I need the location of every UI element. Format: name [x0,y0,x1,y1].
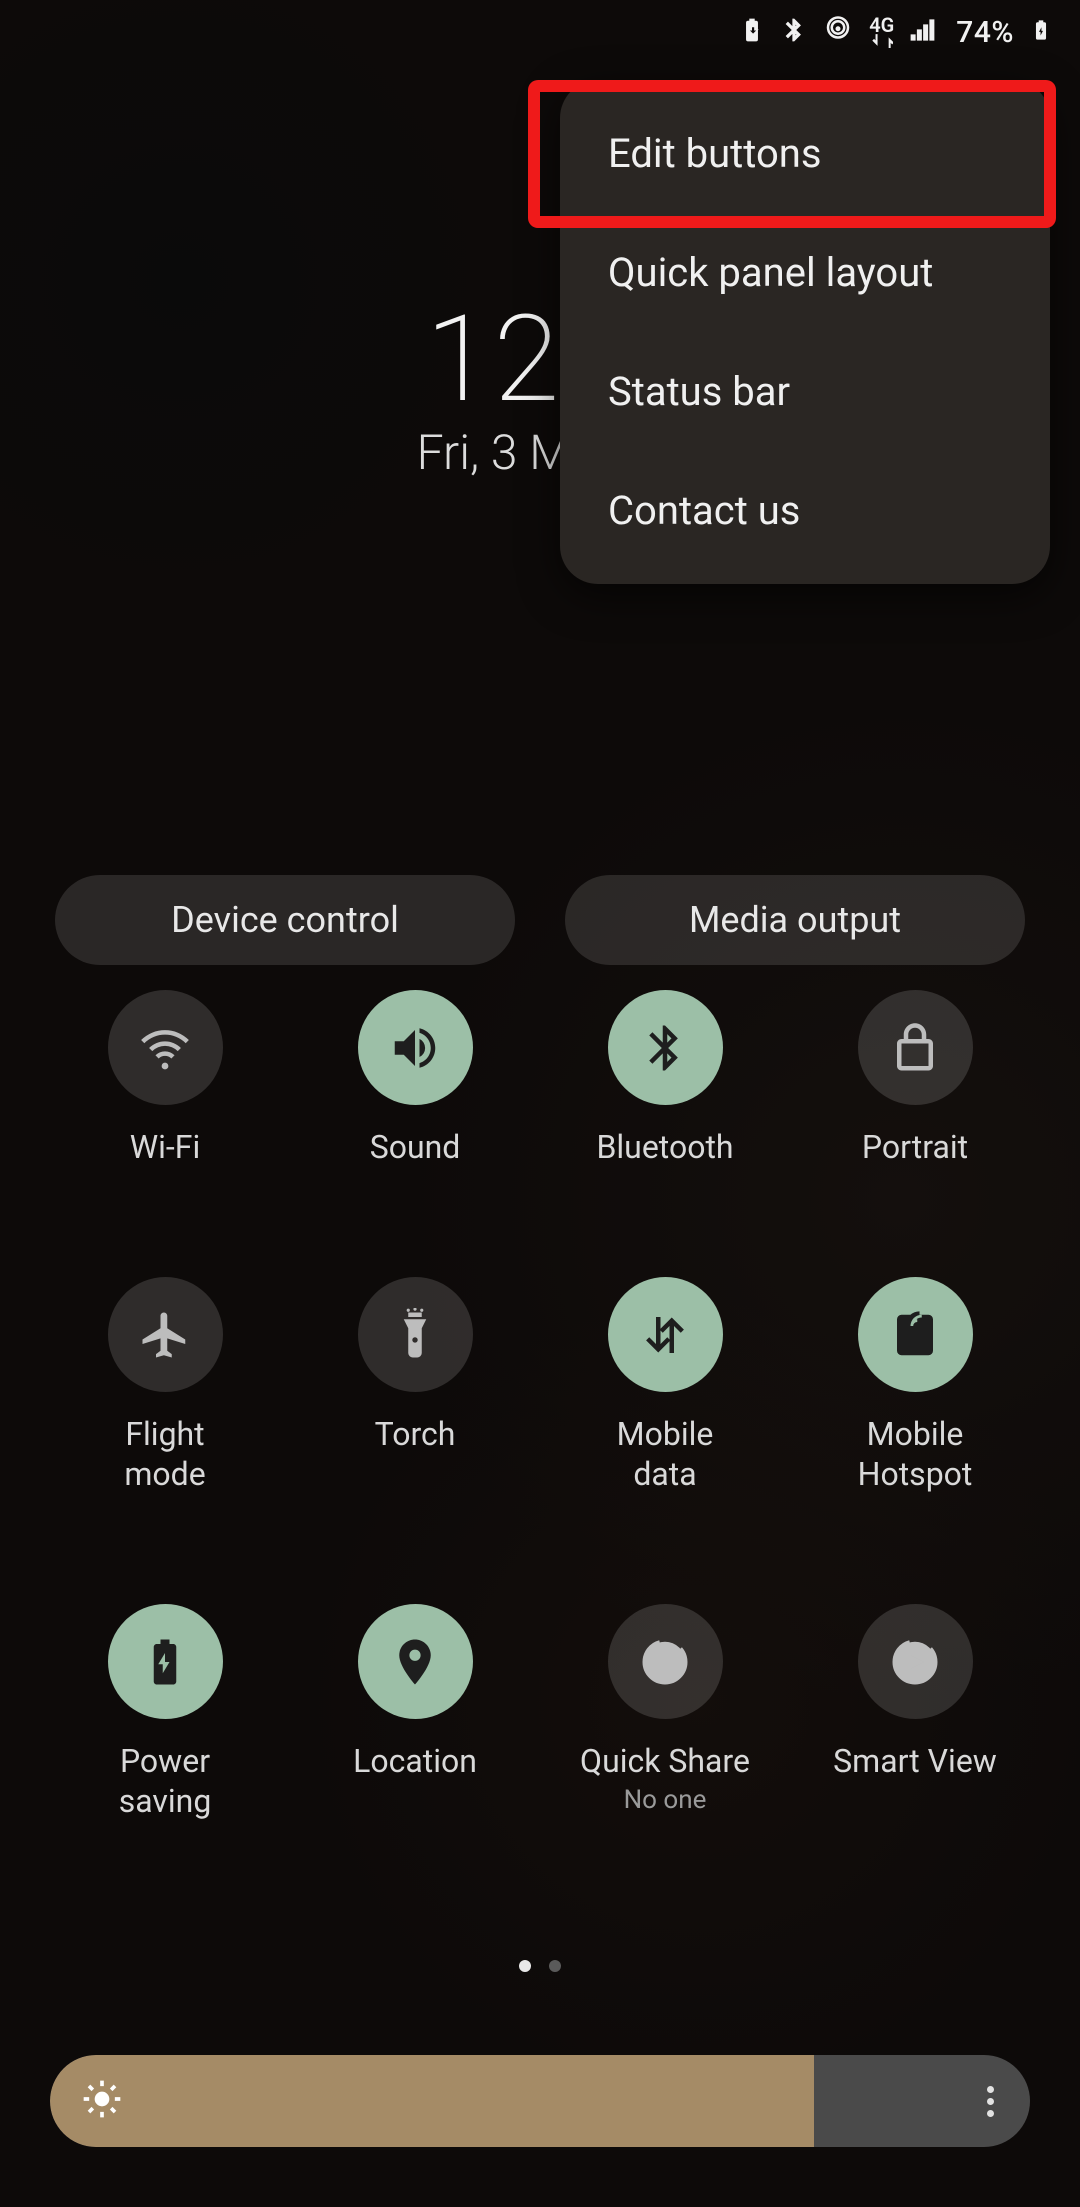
tile-mobiledata[interactable]: Mobile data [540,1277,790,1494]
tile-label: Sound [370,1127,461,1167]
wifi-icon [108,990,223,1105]
brightness-more-button[interactable] [987,2055,994,2147]
network-type-label: 4G [869,16,894,48]
bluetooth-icon [781,15,807,49]
battery-saver-icon [739,15,765,49]
quickshare-icon [608,1604,723,1719]
tile-label: Bluetooth [596,1127,733,1167]
tile-mobilehotspot[interactable]: Mobile Hotspot [790,1277,1040,1494]
media-output-button[interactable]: Media output [565,875,1025,965]
device-control-button[interactable]: Device control [55,875,515,965]
tile-label: Portrait [862,1127,968,1167]
location-icon [358,1604,473,1719]
torch-icon [358,1277,473,1392]
menu-item-contact-us[interactable]: Contact us [560,451,1050,570]
media-output-label: Media output [689,899,901,941]
tile-quickshare[interactable]: Quick Share No one [540,1604,790,1821]
tile-label: Location [353,1741,477,1781]
tile-powersaving[interactable]: Power saving [40,1604,290,1821]
menu-item-quick-panel-layout[interactable]: Quick panel layout [560,213,1050,332]
tile-sound[interactable]: Sound [290,990,540,1167]
page-dot-1[interactable] [519,1960,531,1972]
brightness-slider[interactable] [50,2055,1030,2147]
signal-icon [910,17,940,47]
tile-sublabel: No one [624,1785,707,1815]
more-icon [987,2081,994,2122]
brightness-icon [80,2077,124,2125]
tile-label: Smart View [833,1741,997,1781]
menu-item-status-bar[interactable]: Status bar [560,332,1050,451]
tile-label: Quick Share [580,1741,750,1781]
sound-icon [358,990,473,1105]
hotspot-status-icon [823,15,853,49]
tile-label: Mobile Hotspot [858,1414,973,1494]
quick-settings-grid: Wi-Fi Sound Bluetooth Portrait Flight mo… [40,990,1040,1821]
tile-label: Torch [375,1414,456,1454]
status-bar: 4G 74% [0,0,1080,64]
page-dot-2[interactable] [549,1960,561,1972]
tile-label: Mobile data [617,1414,714,1494]
menu-item-edit-buttons[interactable]: Edit buttons [560,94,1050,213]
tile-wifi[interactable]: Wi-Fi [40,990,290,1167]
device-control-label: Device control [171,899,399,941]
brightness-fill [50,2055,814,2147]
tile-portrait[interactable]: Portrait [790,990,1040,1167]
tile-torch[interactable]: Torch [290,1277,540,1494]
data-icon [608,1277,723,1392]
pagination-dots[interactable] [0,1960,1080,1972]
power-icon [108,1604,223,1719]
tile-smartview[interactable]: Smart View [790,1604,1040,1821]
tile-location[interactable]: Location [290,1604,540,1821]
tile-label: Power saving [119,1741,212,1821]
airplane-icon [108,1277,223,1392]
smartview-icon [858,1604,973,1719]
bluetooth-icon [608,990,723,1105]
overflow-menu: Edit buttons Quick panel layout Status b… [560,80,1050,584]
tile-bluetooth[interactable]: Bluetooth [540,990,790,1167]
tile-label: Flight mode [124,1414,205,1494]
lock-icon [858,990,973,1105]
tile-label: Wi-Fi [130,1127,200,1167]
hotspot-icon [858,1277,973,1392]
tile-flightmode[interactable]: Flight mode [40,1277,290,1494]
battery-icon [1030,14,1052,50]
battery-percentage: 74% [956,15,1014,50]
